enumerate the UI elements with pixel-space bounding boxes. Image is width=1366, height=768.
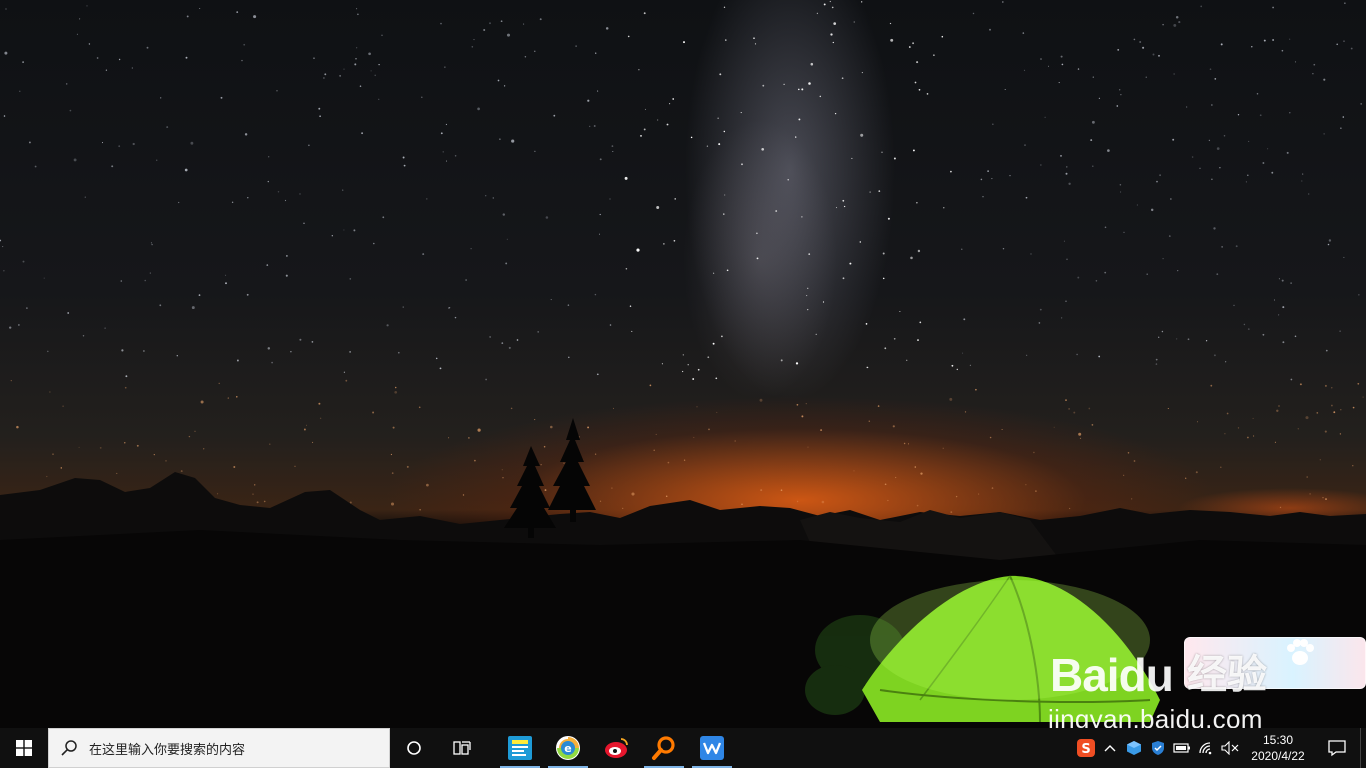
task-view-button[interactable]: [438, 728, 486, 768]
svg-text:S: S: [1081, 742, 1090, 757]
task-view-icon: [453, 741, 471, 755]
taskbar: 在这里输入你要搜索的内容 e S 15:30 2020/4/22: [0, 728, 1366, 768]
taskbar-app-search-tool[interactable]: [640, 728, 688, 768]
tray-volume[interactable]: [1218, 728, 1242, 768]
chevron-up-icon: [1104, 745, 1116, 752]
taskbar-app-weibo[interactable]: [592, 728, 640, 768]
notification-center-button[interactable]: [1314, 728, 1360, 768]
tray-sogou-ime[interactable]: S: [1074, 728, 1098, 768]
taskbar-app-news[interactable]: [496, 728, 544, 768]
watermark-brand-right: du: [1118, 649, 1174, 701]
watermark-product: 经验: [1187, 653, 1267, 697]
clock[interactable]: 15:30 2020/4/22: [1242, 728, 1314, 768]
tray-wifi[interactable]: [1194, 728, 1218, 768]
desktop-wallpaper[interactable]: 经验 Baidu jingyan.baidu.com: [0, 0, 1366, 728]
tray-app-cube[interactable]: [1122, 728, 1146, 768]
notification-icon: [1328, 740, 1346, 757]
cube-icon: [1127, 741, 1141, 755]
taskbar-app-browser[interactable]: e: [544, 728, 592, 768]
wps-w-icon: [700, 736, 724, 760]
search-placeholder: 在这里输入你要搜索的内容: [89, 741, 246, 757]
volume-muted-icon: [1221, 741, 1239, 755]
magnifier-icon: [652, 736, 675, 760]
taskbar-app-wps[interactable]: [688, 728, 736, 768]
shield-icon: [1152, 741, 1164, 755]
clock-date: 2020/4/22: [1251, 749, 1305, 763]
windows-logo-icon: [16, 740, 32, 756]
cortana-button[interactable]: [390, 728, 438, 768]
show-desktop-button[interactable]: [1360, 728, 1366, 768]
landscape-silhouette: [0, 418, 1366, 728]
tray-battery[interactable]: [1170, 728, 1194, 768]
browser-e-icon: e: [556, 736, 580, 760]
battery-icon: [1173, 743, 1190, 753]
sogou-s-icon: S: [1077, 739, 1095, 757]
tray-security[interactable]: [1146, 728, 1170, 768]
watermark-brand-left: Bai: [1050, 649, 1120, 701]
watermark-url: jingyan.baidu.com: [1048, 704, 1263, 728]
weibo-icon: [605, 738, 628, 758]
system-tray: S 15:30 2020/4/22: [1074, 728, 1366, 768]
baidu-jingyan-watermark: 经验 Baidu jingyan.baidu.com: [1040, 622, 1366, 728]
svg-text:e: e: [564, 742, 571, 755]
watermark-brand: Baidu: [1050, 648, 1174, 702]
news-icon: [508, 736, 532, 760]
cortana-circle-icon: [407, 741, 421, 755]
start-button[interactable]: [0, 728, 48, 768]
search-icon: [49, 739, 89, 757]
watermark-badge: 经验: [1184, 637, 1366, 697]
paw-icon: [1287, 639, 1314, 665]
wifi-icon: [1199, 742, 1212, 755]
search-box[interactable]: 在这里输入你要搜索的内容: [48, 728, 390, 768]
clock-time: 15:30: [1262, 733, 1294, 747]
tray-show-hidden[interactable]: [1098, 728, 1122, 768]
